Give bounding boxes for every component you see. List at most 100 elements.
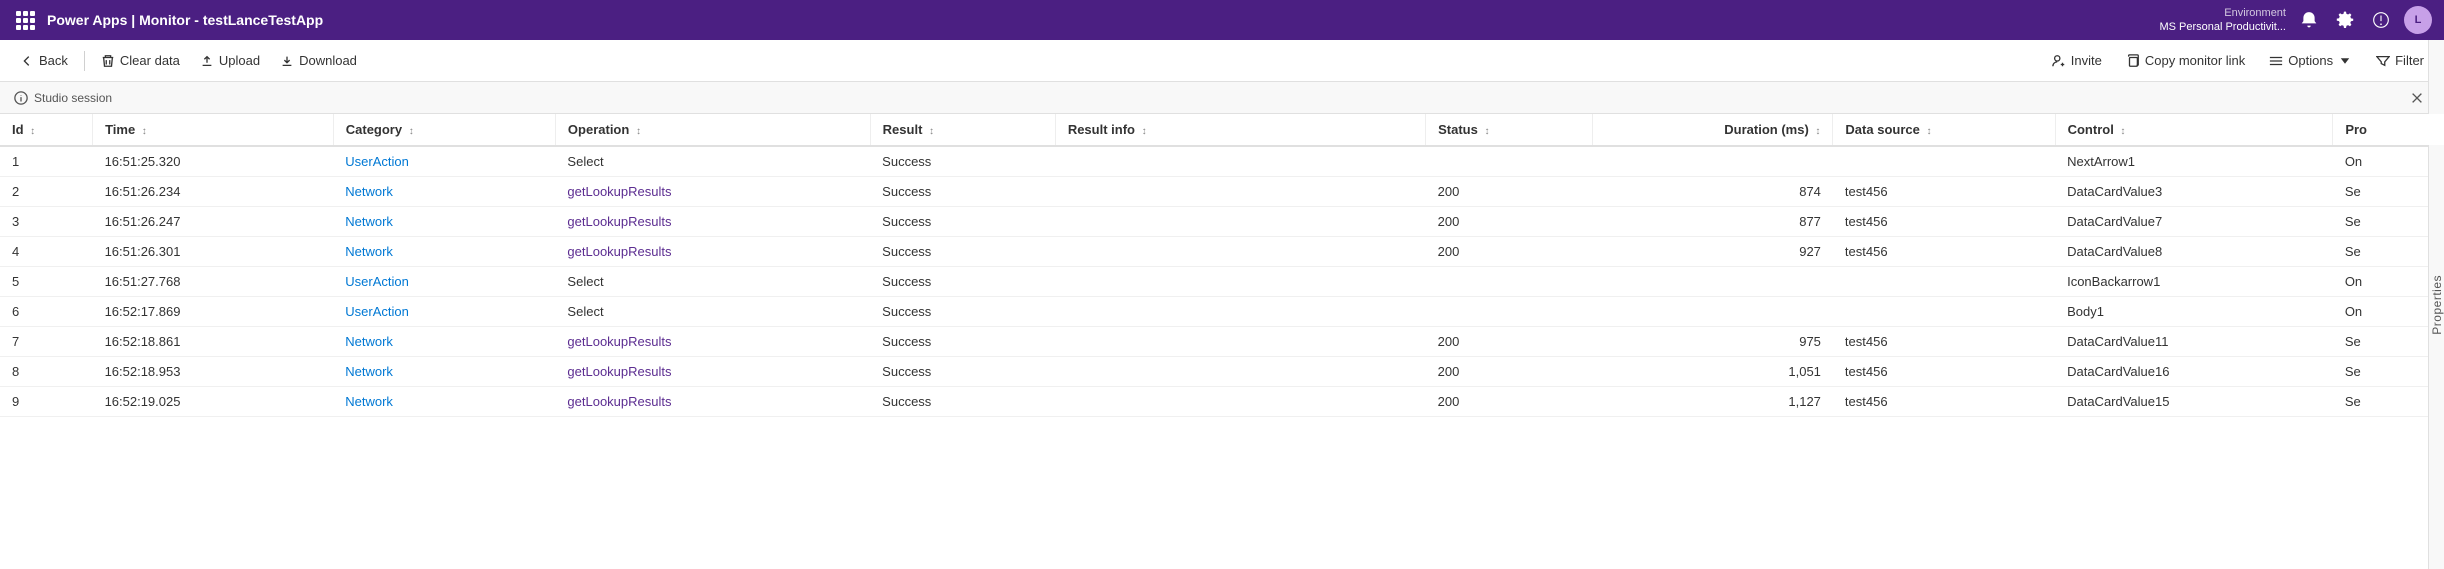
- invite-button[interactable]: Invite: [2044, 48, 2110, 73]
- operation-link[interactable]: getLookupResults: [567, 394, 671, 409]
- options-button[interactable]: Options: [2261, 48, 2360, 73]
- cell-time: 16:51:26.234: [93, 177, 334, 207]
- cell-duration: [1592, 267, 1833, 297]
- operation-link[interactable]: getLookupResults: [567, 364, 671, 379]
- cell-datasource: test456: [1833, 387, 2055, 417]
- cell-operation: getLookupResults: [555, 387, 870, 417]
- cell-duration: [1592, 297, 1833, 327]
- cell-result: Success: [870, 297, 1055, 327]
- table-row[interactable]: 6 16:52:17.869 UserAction Select Success…: [0, 297, 2444, 327]
- copy-monitor-link-button[interactable]: Copy monitor link: [2118, 48, 2253, 73]
- col-header-status[interactable]: Status ↕: [1426, 114, 1593, 146]
- col-header-result[interactable]: Result ↕: [870, 114, 1055, 146]
- download-button[interactable]: Download: [272, 48, 365, 73]
- upload-label: Upload: [219, 53, 260, 68]
- cell-category: UserAction: [333, 297, 555, 327]
- clear-data-button[interactable]: Clear data: [93, 48, 188, 73]
- table-row[interactable]: 1 16:51:25.320 UserAction Select Success…: [0, 146, 2444, 177]
- notifications-button[interactable]: [2296, 7, 2322, 33]
- cell-control: DataCardValue7: [2055, 207, 2333, 237]
- cell-status: 200: [1426, 327, 1593, 357]
- waffle-button[interactable]: [12, 7, 39, 34]
- cell-category: Network: [333, 327, 555, 357]
- upload-button[interactable]: Upload: [192, 48, 268, 73]
- clear-data-label: Clear data: [120, 53, 180, 68]
- environment-block: Environment MS Personal Productivit...: [2159, 6, 2286, 35]
- cell-id: 5: [0, 267, 93, 297]
- cell-category: Network: [333, 357, 555, 387]
- data-table: Id ↕ Time ↕ Category ↕ Operation ↕ Resul…: [0, 114, 2444, 417]
- session-close-button[interactable]: [2404, 89, 2430, 107]
- cell-operation: Select: [555, 297, 870, 327]
- col-header-duration[interactable]: Duration (ms) ↕: [1592, 114, 1833, 146]
- cell-id: 8: [0, 357, 93, 387]
- cell-datasource: test456: [1833, 327, 2055, 357]
- col-header-category[interactable]: Category ↕: [333, 114, 555, 146]
- cell-category: UserAction: [333, 146, 555, 177]
- cell-result: Success: [870, 387, 1055, 417]
- top-navbar: Power Apps | Monitor - testLanceTestApp …: [0, 0, 2444, 40]
- cell-datasource: test456: [1833, 207, 2055, 237]
- operation-link[interactable]: getLookupResults: [567, 184, 671, 199]
- settings-button[interactable]: [2332, 7, 2358, 33]
- data-table-container: Id ↕ Time ↕ Category ↕ Operation ↕ Resul…: [0, 114, 2444, 569]
- cell-id: 6: [0, 297, 93, 327]
- col-header-resultinfo[interactable]: Result info ↕: [1055, 114, 1425, 146]
- table-row[interactable]: 7 16:52:18.861 Network getLookupResults …: [0, 327, 2444, 357]
- help-button[interactable]: [2368, 7, 2394, 33]
- cell-result: Success: [870, 177, 1055, 207]
- cell-time: 16:51:26.301: [93, 237, 334, 267]
- cell-duration: [1592, 146, 1833, 177]
- operation-link[interactable]: getLookupResults: [567, 334, 671, 349]
- filter-icon: [2376, 54, 2390, 68]
- table-row[interactable]: 3 16:51:26.247 Network getLookupResults …: [0, 207, 2444, 237]
- back-button[interactable]: Back: [12, 48, 76, 73]
- cell-result: Success: [870, 237, 1055, 267]
- table-row[interactable]: 5 16:51:27.768 UserAction Select Success…: [0, 267, 2444, 297]
- toolbar-divider-1: [84, 51, 85, 71]
- cell-status: [1426, 297, 1593, 327]
- col-header-time[interactable]: Time ↕: [93, 114, 334, 146]
- table-row[interactable]: 9 16:52:19.025 Network getLookupResults …: [0, 387, 2444, 417]
- table-row[interactable]: 8 16:52:18.953 Network getLookupResults …: [0, 357, 2444, 387]
- copy-monitor-link-label: Copy monitor link: [2145, 53, 2245, 68]
- col-header-control[interactable]: Control ↕: [2055, 114, 2333, 146]
- cell-status: [1426, 146, 1593, 177]
- waffle-icon: [16, 11, 35, 30]
- cell-result: Success: [870, 267, 1055, 297]
- filter-button[interactable]: Filter: [2368, 48, 2432, 73]
- cell-control: DataCardValue11: [2055, 327, 2333, 357]
- invite-label: Invite: [2071, 53, 2102, 68]
- operation-link[interactable]: getLookupResults: [567, 214, 671, 229]
- nav-left: Power Apps | Monitor - testLanceTestApp: [12, 7, 323, 34]
- cell-resultinfo: [1055, 267, 1425, 297]
- cell-id: 4: [0, 237, 93, 267]
- col-header-id[interactable]: Id ↕: [0, 114, 93, 146]
- cell-status: [1426, 267, 1593, 297]
- session-bar-left: Studio session: [14, 91, 112, 105]
- environment-name: MS Personal Productivit...: [2159, 20, 2286, 34]
- cell-resultinfo: [1055, 357, 1425, 387]
- table-row[interactable]: 4 16:51:26.301 Network getLookupResults …: [0, 237, 2444, 267]
- avatar[interactable]: L: [2404, 6, 2432, 34]
- table-row[interactable]: 2 16:51:26.234 Network getLookupResults …: [0, 177, 2444, 207]
- cell-control: NextArrow1: [2055, 146, 2333, 177]
- cell-duration: 975: [1592, 327, 1833, 357]
- col-header-operation[interactable]: Operation ↕: [555, 114, 870, 146]
- cell-id: 3: [0, 207, 93, 237]
- info-icon: [14, 91, 28, 105]
- cell-control: DataCardValue3: [2055, 177, 2333, 207]
- cell-datasource: test456: [1833, 237, 2055, 267]
- col-header-datasource[interactable]: Data source ↕: [1833, 114, 2055, 146]
- cell-duration: 1,127: [1592, 387, 1833, 417]
- close-icon: [2410, 91, 2424, 105]
- toolbar-left: Back Clear data Upload Download: [12, 48, 365, 73]
- col-header-pro[interactable]: Pro: [2333, 114, 2444, 146]
- operation-link[interactable]: getLookupResults: [567, 244, 671, 259]
- environment-label: Environment: [2159, 6, 2286, 20]
- back-label: Back: [39, 53, 68, 68]
- invite-icon: [2052, 54, 2066, 68]
- cell-result: Success: [870, 207, 1055, 237]
- cell-status: 200: [1426, 387, 1593, 417]
- cell-result: Success: [870, 146, 1055, 177]
